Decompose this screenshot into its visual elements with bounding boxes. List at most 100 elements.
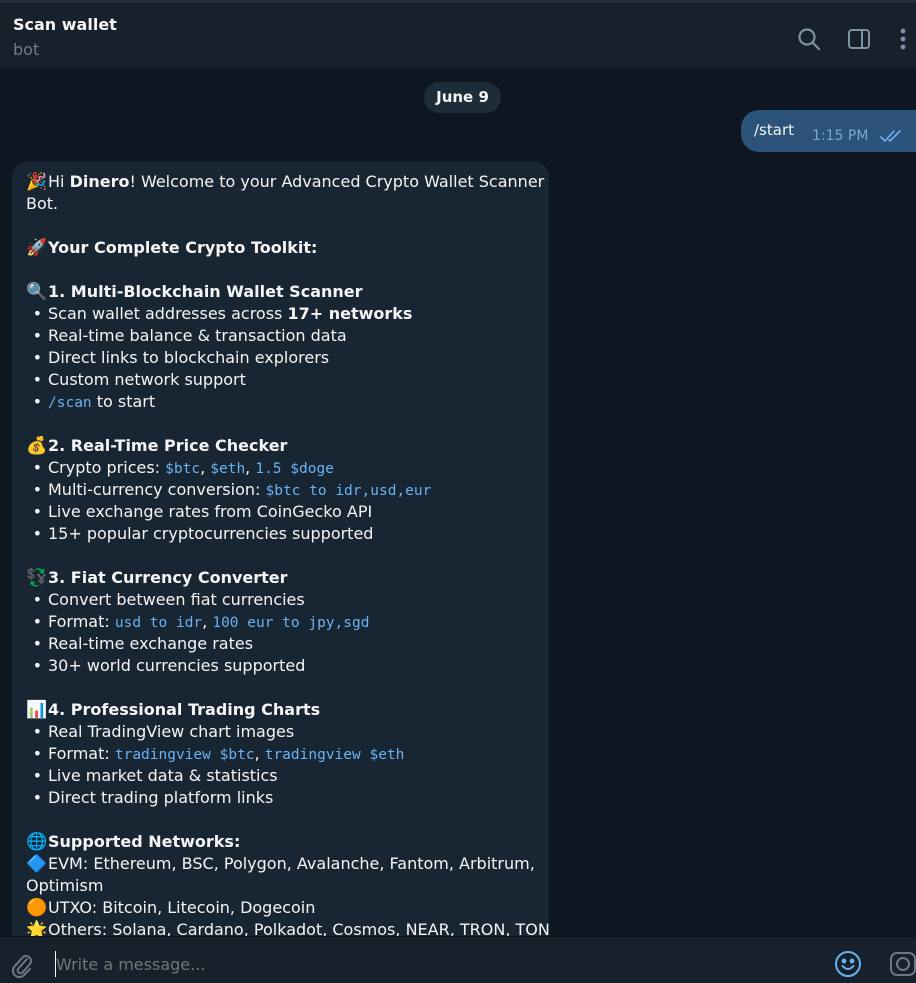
code-snippet[interactable]: 1.5 $doge [255, 461, 334, 477]
network-line-cont: Optimism [26, 876, 104, 895]
code-snippet[interactable]: tradingview $eth [265, 747, 405, 763]
greeting-line: 🎉Hi Dinero! Welcome to your Advanced Cry… [26, 171, 544, 193]
item-text: Real-time exchange rates [48, 634, 254, 653]
item-text: Crypto prices: [48, 458, 166, 477]
list-item: • Multi-currency conversion: $btc to idr,… [26, 479, 535, 501]
money-bag-icon: 💰 [26, 436, 48, 456]
greeting-text: Hi [48, 172, 70, 191]
party-popper-icon: 🎉 [26, 172, 48, 192]
item-text: Live market data & statistics [48, 766, 278, 785]
bar-chart-icon: 📊 [26, 700, 48, 720]
item-text: Scan wallet addresses across [48, 304, 288, 323]
item-text: 15+ popular cryptocurrencies supported [48, 524, 374, 543]
orange-circle-icon: 🟠 [26, 898, 48, 918]
list-item: • Format: tradingview $btc, tradingview $… [26, 743, 535, 765]
outgoing-message[interactable]: /start 1:15 PM [741, 110, 916, 152]
bullet: • [32, 590, 42, 609]
read-checkmarks-icon [880, 128, 904, 143]
bullet: • [32, 326, 42, 345]
search-icon[interactable] [795, 25, 823, 53]
list-item: • Scan wallet addresses across 17+ networ… [26, 303, 535, 325]
code-snippet[interactable]: tradingview $btc [115, 747, 255, 763]
toolkit-title: Your Complete Crypto Toolkit: [48, 238, 318, 257]
separator: , [254, 744, 265, 763]
network-line: 🔷EVM: Ethereum, BSC, Polygon, Avalanche,… [26, 853, 535, 875]
globe-icon: 🌐 [26, 832, 48, 852]
separator: , [245, 458, 256, 477]
section-title: Supported Networks: [48, 832, 241, 851]
list-item: • /scan to start [26, 391, 535, 413]
list-item: • 30+ world currencies supported [26, 655, 535, 677]
list-item: • Convert between fiat currencies [26, 589, 535, 611]
bullet: • [32, 722, 42, 741]
chat-subtitle: bot [13, 40, 40, 59]
message-input[interactable] [55, 951, 815, 977]
bullet: • [32, 392, 42, 411]
section-heading: 💰2. Real-Time Price Checker [26, 435, 535, 457]
incoming-message[interactable]: 🎉Hi Dinero! Welcome to your Advanced Cry… [12, 161, 550, 936]
bullet: • [32, 744, 42, 763]
bullet: • [32, 766, 42, 785]
message-time: 1:15 PM [812, 128, 869, 144]
section-heading: 🔍1. Multi-Blockchain Wallet Scanner [26, 281, 535, 303]
bullet: • [32, 304, 42, 323]
item-text: EVM: Ethereum, BSC, Polygon, Avalanche, … [48, 854, 535, 873]
bullet: • [32, 634, 42, 653]
outgoing-message-text: /start [754, 121, 794, 139]
section-title: 3. Fiat Currency Converter [48, 568, 288, 587]
bullet: • [32, 788, 42, 807]
bullet: • [32, 370, 42, 389]
code-snippet[interactable]: $eth [210, 461, 245, 477]
list-item: • Live exchange rates from CoinGecko API [26, 501, 535, 523]
section-heading: 💱3. Fiat Currency Converter [26, 567, 535, 589]
separator: , [200, 458, 211, 477]
rocket-icon: 🚀 [26, 238, 48, 258]
message-list[interactable]: June 9 /start 1:15 PM 🎉Hi Dinero! Welcom… [0, 70, 916, 936]
greeting-text: ! Welcome to your Advanced Crypto Wallet… [129, 172, 545, 191]
bullet: • [32, 656, 42, 675]
item-text: Direct links to blockchain explorers [48, 348, 330, 367]
network-line: 🌟Others: Solana, Cardano, Polkadot, Cosm… [26, 919, 550, 936]
item-text: Multi-currency conversion: [48, 480, 266, 499]
more-menu-icon[interactable] [889, 25, 916, 53]
code-snippet[interactable]: $btc [165, 461, 200, 477]
section-title: 4. Professional Trading Charts [48, 700, 321, 719]
command-link[interactable]: /scan [48, 395, 92, 411]
item-text: Real-time balance & transaction data [48, 326, 347, 345]
currency-exchange-icon: 💱 [26, 568, 48, 588]
section-heading: 📊4. Professional Trading Charts [26, 699, 535, 721]
magnifier-icon: 🔍 [26, 282, 48, 302]
list-item: • Format: usd to idr, 100 eur to jpy,sgd [26, 611, 535, 633]
sidebar-toggle-icon[interactable] [845, 25, 873, 53]
item-text: 30+ world currencies supported [48, 656, 306, 675]
chat-title[interactable]: Scan wallet [13, 15, 117, 34]
bullet: • [32, 480, 42, 499]
bullet: • [32, 458, 42, 477]
list-item: • Real-time exchange rates [26, 633, 535, 655]
code-snippet[interactable]: usd to idr [115, 615, 202, 631]
bullet: • [32, 524, 42, 543]
bullet: • [32, 502, 42, 521]
bullet: • [32, 348, 42, 367]
item-text: Real TradingView chart images [48, 722, 295, 741]
list-item: • Direct links to blockchain explorers [26, 347, 535, 369]
blue-diamond-icon: 🔷 [26, 854, 48, 874]
code-snippet[interactable]: 100 eur to jpy,sgd [212, 615, 369, 631]
item-text: Others: Solana, Cardano, Polkadot, Cosmo… [48, 920, 550, 936]
list-item: • Real-time balance & transaction data [26, 325, 535, 347]
code-snippet[interactable]: $btc to idr,usd,eur [265, 483, 431, 499]
list-item: • Real TradingView chart images [26, 721, 535, 743]
list-item: • Direct trading platform links [26, 787, 535, 809]
list-item: • Live market data & statistics [26, 765, 535, 787]
separator: , [202, 612, 213, 631]
attach-icon[interactable] [10, 951, 34, 979]
item-text: Format: [48, 744, 115, 763]
list-item: • Custom network support [26, 369, 535, 391]
emoji-icon[interactable] [834, 950, 862, 978]
message-composer [0, 936, 916, 983]
item-text: Live exchange rates from CoinGecko API [48, 502, 373, 521]
star-icon: 🌟 [26, 920, 48, 936]
chat-header: Scan wallet bot [0, 0, 916, 70]
section-title: 1. Multi-Blockchain Wallet Scanner [48, 282, 363, 301]
camera-icon[interactable] [889, 950, 916, 978]
